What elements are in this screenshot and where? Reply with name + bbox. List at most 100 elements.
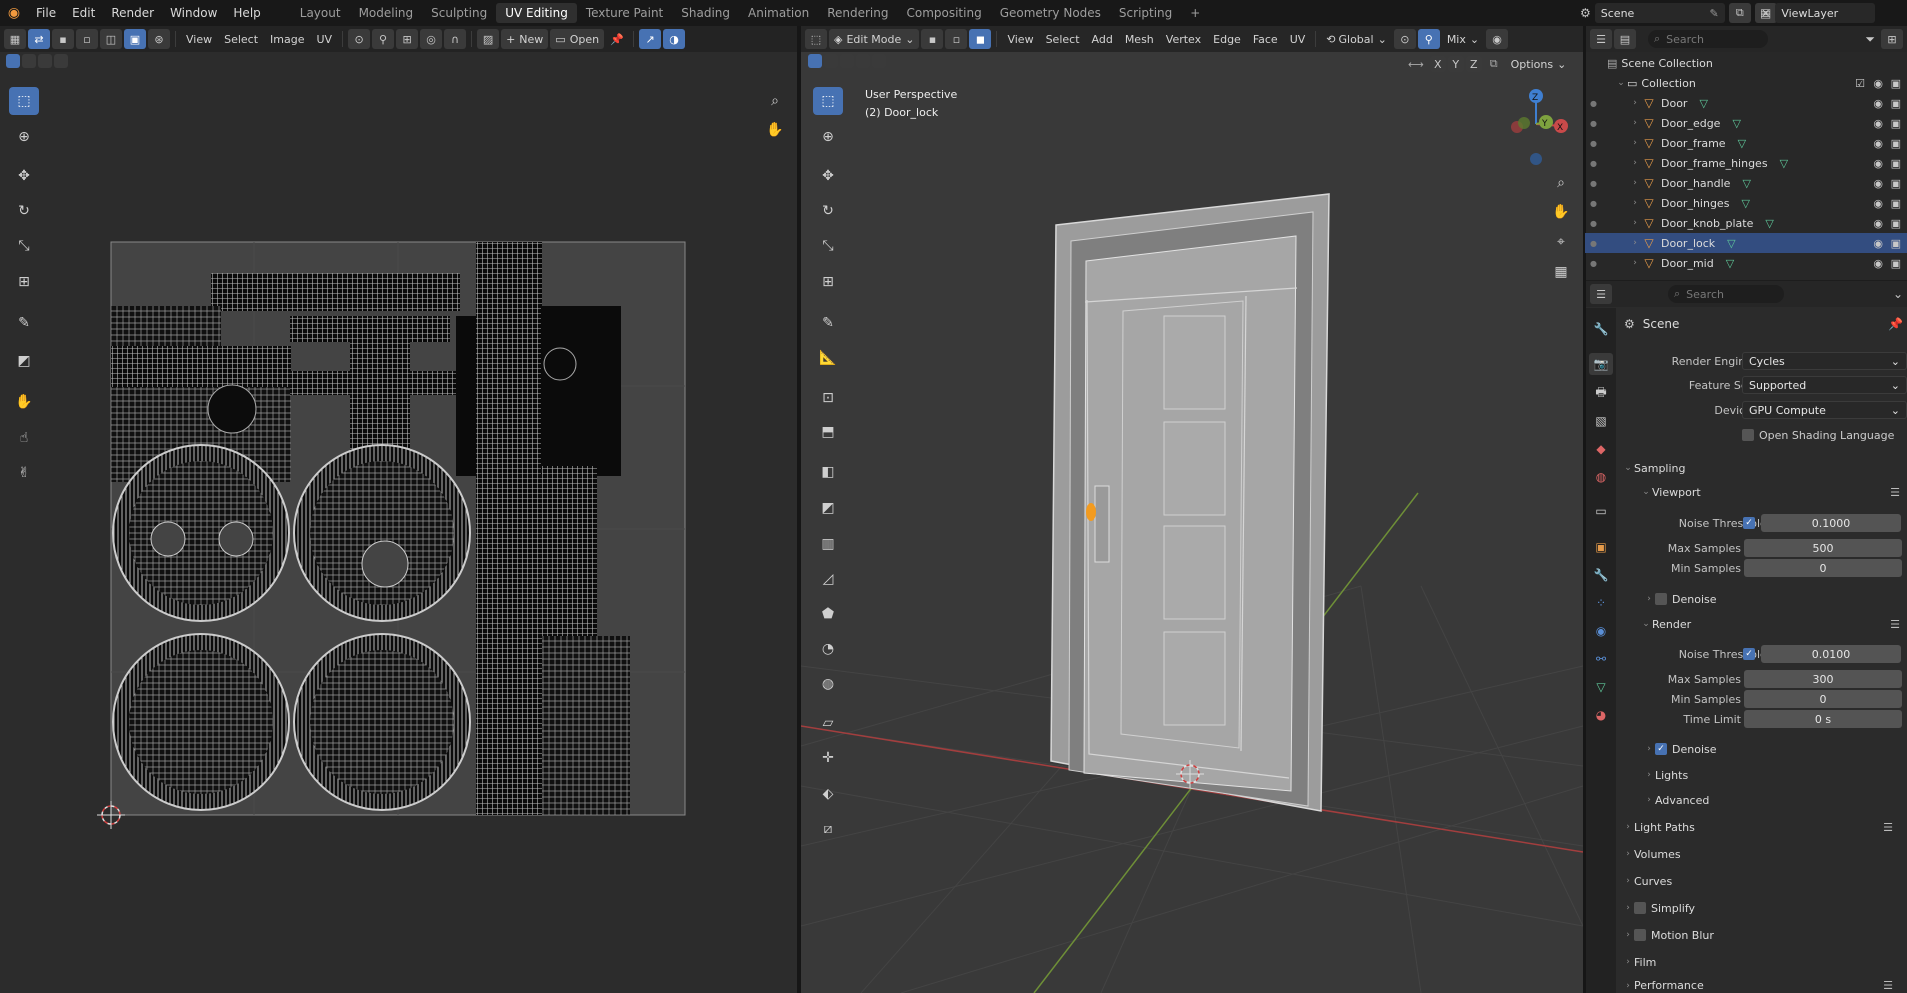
tab-animation[interactable]: Animation: [739, 3, 818, 23]
edit-mode-dot-icon[interactable]: ●: [1590, 193, 1597, 213]
viewport-scene[interactable]: Z X Y: [801, 26, 1583, 993]
render-denoise-expand-icon[interactable]: ›: [1643, 744, 1655, 754]
vp-camera-view-icon[interactable]: ⌖: [1546, 228, 1576, 256]
tab-sculpting[interactable]: Sculpting: [422, 3, 496, 23]
add-workspace-button[interactable]: +: [1181, 3, 1209, 23]
vp-move-tool-icon[interactable]: ✥: [813, 162, 843, 190]
outliner-item-expand-icon[interactable]: ›: [1629, 118, 1641, 128]
tab-layout[interactable]: Layout: [291, 3, 350, 23]
performance-presets-icon[interactable]: ☰: [1883, 979, 1893, 992]
outliner-item-expand-icon[interactable]: ›: [1629, 238, 1641, 248]
render-visibility-icon[interactable]: ▣: [1891, 257, 1901, 270]
transform-orientation-dropdown[interactable]: ⟲ Global ⌄: [1321, 29, 1392, 49]
vp-select-new-icon[interactable]: [808, 54, 822, 68]
tab-texture-paint[interactable]: Texture Paint: [577, 3, 672, 23]
vp-shear-tool-icon[interactable]: ⬖: [813, 780, 843, 808]
curves-section[interactable]: › Curves: [1622, 870, 1907, 892]
mesh-data-icon[interactable]: ▽: [1742, 177, 1750, 190]
mesh-data-icon[interactable]: ▽: [1738, 137, 1746, 150]
vp-select-intersect-icon[interactable]: [872, 54, 886, 68]
sampling-section[interactable]: ⌄ Sampling: [1622, 457, 1907, 479]
outliner-item[interactable]: › ▽ Door_handle ▽ ◉ ▣: [1585, 173, 1907, 193]
mirror-y-toggle[interactable]: Y: [1447, 56, 1464, 72]
tool-tab-icon[interactable]: 🔧: [1589, 318, 1613, 340]
outliner-item-expand-icon[interactable]: ›: [1629, 198, 1641, 208]
pivot-point-icon[interactable]: ⊙: [1393, 29, 1416, 49]
render-sub-expand-icon[interactable]: ⌄: [1640, 619, 1652, 629]
vertex-mode-icon[interactable]: ▪: [921, 29, 944, 49]
viewport-menu-select[interactable]: Select: [1041, 29, 1085, 49]
door-mesh[interactable]: [1050, 193, 1330, 812]
render-max-field[interactable]: 300: [1744, 670, 1902, 688]
mirror-x-toggle[interactable]: X: [1429, 56, 1446, 72]
render-visibility-icon[interactable]: ▣: [1891, 177, 1901, 190]
tab-shading[interactable]: Shading: [672, 3, 739, 23]
physics-tab-icon[interactable]: ◉: [1589, 620, 1613, 642]
outliner-item[interactable]: › ▽ Door_mid ▽ ◉ ▣: [1585, 253, 1907, 273]
render-engine-dropdown[interactable]: Cycles ⌄: [1742, 352, 1907, 370]
mesh-data-icon[interactable]: ▽: [1699, 97, 1707, 110]
uv-canvas[interactable]: [0, 26, 797, 993]
view-layer-tab-icon[interactable]: ▧: [1589, 410, 1613, 432]
scene-collection-row[interactable]: ▤ Scene Collection: [1585, 53, 1907, 73]
world-tab-icon[interactable]: ◍: [1589, 466, 1613, 488]
viewport-subsection[interactable]: ⌄ Viewport ☰: [1640, 482, 1900, 502]
collection-row[interactable]: ⌄ ▭ Collection ☑ ◉ ▣: [1585, 73, 1907, 93]
visibility-eye-icon[interactable]: ◉: [1873, 217, 1883, 230]
vp-zoom-icon[interactable]: ⌕: [1546, 169, 1576, 197]
vp-rotate-tool-icon[interactable]: ↻: [813, 197, 843, 225]
options-dropdown[interactable]: Options ⌄: [1506, 54, 1572, 74]
tab-rendering[interactable]: Rendering: [818, 3, 897, 23]
performance-section[interactable]: › Performance ☰: [1622, 978, 1907, 993]
motion-blur-checkbox[interactable]: [1634, 929, 1646, 941]
particles-tab-icon[interactable]: ⁘: [1589, 592, 1613, 614]
edit-mode-dot-icon[interactable]: ●: [1590, 133, 1597, 153]
filter-icon[interactable]: ⏷: [1865, 32, 1875, 47]
new-collection-icon[interactable]: ⊞: [1881, 29, 1903, 49]
viewport-denoise-row[interactable]: › Denoise: [1643, 589, 1903, 609]
collection-expand-icon[interactable]: ⌄: [1615, 78, 1627, 88]
render-denoise-row[interactable]: › ✓ Denoise: [1643, 739, 1903, 759]
edit-mode-dot-icon[interactable]: ●: [1590, 233, 1597, 253]
mesh-data-icon[interactable]: ▽: [1765, 217, 1773, 230]
vp-ortho-toggle-icon[interactable]: ▦: [1546, 258, 1576, 286]
menu-render[interactable]: Render: [103, 6, 162, 20]
mesh-data-icon[interactable]: ▽: [1726, 257, 1734, 270]
door-lock-selected[interactable]: [1086, 503, 1096, 521]
render-visibility-icon[interactable]: ▣: [1891, 217, 1901, 230]
tab-compositing[interactable]: Compositing: [897, 3, 990, 23]
display-mode-icon[interactable]: ▤: [1614, 29, 1636, 49]
vp-bevel-tool-icon[interactable]: ◩: [813, 494, 843, 522]
viewport-menu-vertex[interactable]: Vertex: [1161, 29, 1206, 49]
advanced-subsection[interactable]: › Advanced: [1643, 790, 1903, 810]
outliner-item[interactable]: › ▽ Door_edge ▽ ◉ ▣: [1585, 113, 1907, 133]
edit-mode-dot-icon[interactable]: ●: [1590, 153, 1597, 173]
collection-render-icon[interactable]: ▣: [1891, 77, 1901, 90]
edit-mode-dot-icon[interactable]: ●: [1590, 253, 1597, 273]
edit-mode-dot-icon[interactable]: ●: [1590, 113, 1597, 133]
auto-merge-icon[interactable]: ⧉: [1490, 57, 1498, 71]
pin-icon[interactable]: ✎: [1710, 7, 1719, 20]
vp-pan-icon[interactable]: ✋: [1546, 198, 1576, 226]
vp-smooth-tool-icon[interactable]: ◍: [813, 670, 843, 698]
vp-select-difference-icon[interactable]: [856, 54, 870, 68]
film-expand-icon[interactable]: ›: [1622, 957, 1634, 967]
outliner-item-expand-icon[interactable]: ›: [1629, 98, 1641, 108]
visibility-eye-icon[interactable]: ◉: [1873, 237, 1883, 250]
new-scene-icon[interactable]: ⧉: [1728, 3, 1751, 23]
feature-set-dropdown[interactable]: Supported ⌄: [1742, 376, 1907, 394]
device-dropdown[interactable]: GPU Compute ⌄: [1742, 401, 1907, 419]
simplify-checkbox[interactable]: [1634, 902, 1646, 914]
mode-selector[interactable]: ◈ Edit Mode ⌄: [829, 29, 920, 49]
viewport-menu-mesh[interactable]: Mesh: [1120, 29, 1159, 49]
vp-spin-tool-icon[interactable]: ◔: [813, 635, 843, 663]
vp-annotate-tool-icon[interactable]: ✎: [813, 309, 843, 337]
visibility-eye-icon[interactable]: ◉: [1873, 157, 1883, 170]
edit-mode-dot-icon[interactable]: ●: [1590, 93, 1597, 113]
mirror-z-toggle[interactable]: Z: [1465, 56, 1482, 72]
vp-select-extend-icon[interactable]: [824, 54, 838, 68]
modifiers-tab-icon[interactable]: 🔧: [1589, 564, 1613, 586]
volumes-expand-icon[interactable]: ›: [1622, 849, 1634, 859]
outliner-item-expand-icon[interactable]: ›: [1629, 178, 1641, 188]
edge-mode-icon[interactable]: ▫: [945, 29, 968, 49]
